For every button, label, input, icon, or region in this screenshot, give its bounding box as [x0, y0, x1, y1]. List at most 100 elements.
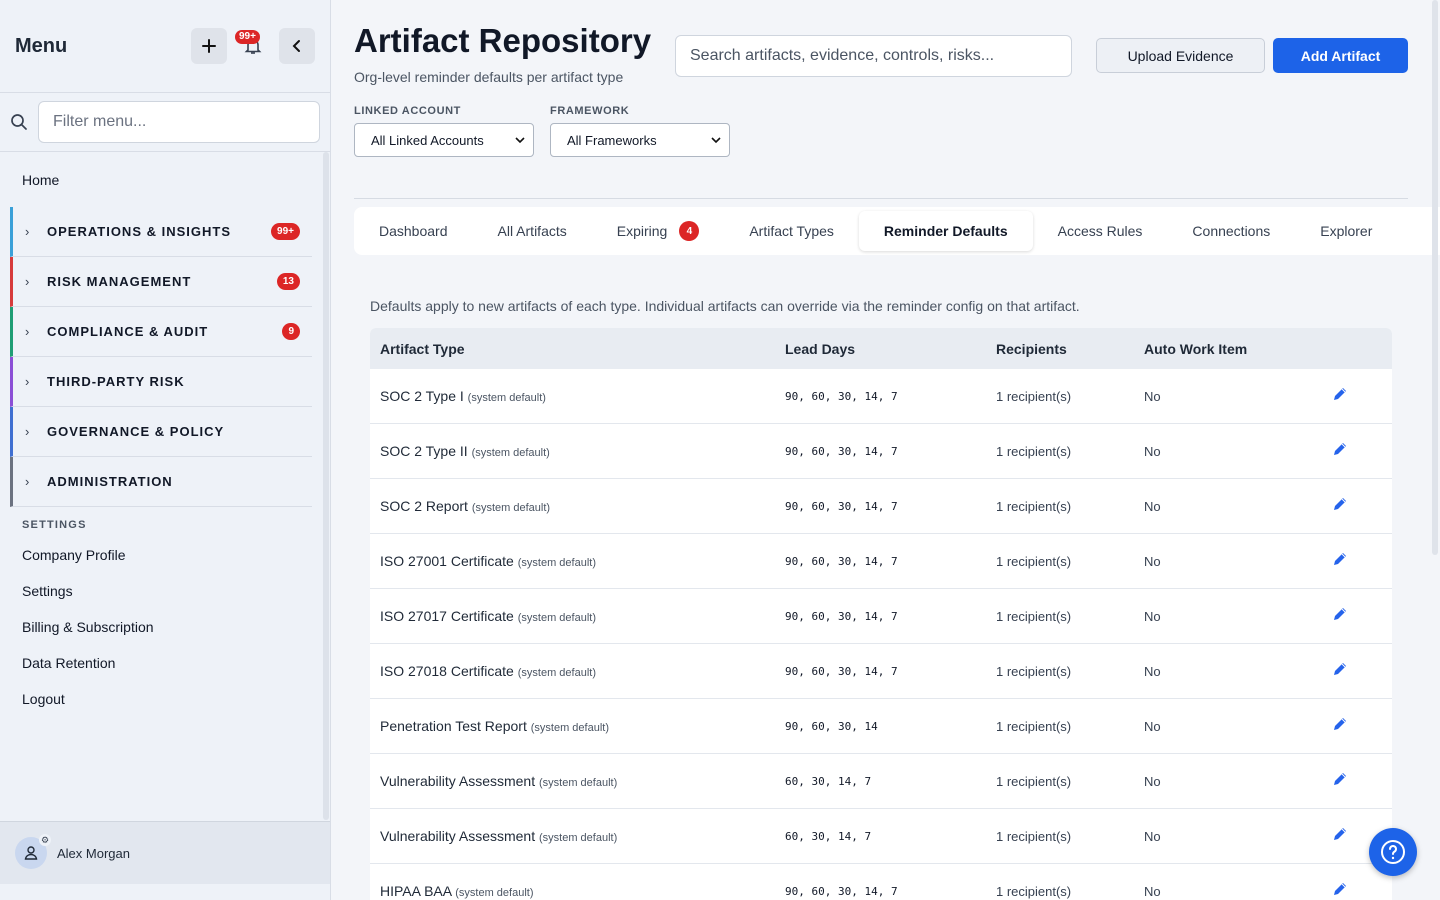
pencil-icon	[1334, 882, 1346, 895]
help-button[interactable]	[1369, 828, 1417, 876]
global-search-input[interactable]	[675, 35, 1072, 77]
upload-evidence-button[interactable]: Upload Evidence	[1096, 38, 1265, 73]
menu-filter	[0, 93, 330, 152]
artifact-type-cell: SOC 2 Report (system default)	[370, 498, 785, 514]
edit-button[interactable]	[1332, 881, 1348, 900]
auto-work-item-cell: No	[1144, 828, 1161, 844]
sidebar-link[interactable]: Settings	[0, 573, 331, 609]
column-header-auto-work-item: Auto Work Item	[1144, 340, 1248, 357]
sidebar: Menu 99+ Home ›OPERATIONS & INSIGHTS99+›…	[0, 0, 331, 900]
sidebar-group-4[interactable]: › GOVERNANCE & POLICY	[10, 407, 312, 457]
sidebar-group-2[interactable]: › COMPLIANCE & AUDIT 9	[10, 307, 312, 357]
tab-bar: Dashboard All Artifacts Expiring 4 Artifact …	[354, 207, 1440, 255]
edit-button[interactable]	[1332, 771, 1348, 792]
settings-section-label: SETTINGS	[22, 519, 87, 531]
pencil-icon	[1334, 442, 1346, 455]
notifications-button[interactable]: 99+	[235, 28, 271, 64]
pencil-icon	[1334, 387, 1346, 400]
sidebar-group-3[interactable]: › THIRD-PARTY RISK	[10, 357, 312, 407]
linked-account-select[interactable]: All Linked Accounts	[354, 123, 534, 157]
table-row: HIPAA BAA (system default) 90, 60, 30, 14…	[370, 864, 1392, 900]
user-profile[interactable]: ⚙ Alex Morgan	[0, 821, 330, 884]
chevron-right-icon: ›	[25, 424, 30, 439]
tab[interactable]: Explorer	[1295, 207, 1397, 255]
lead-days-cell: 90, 60, 30, 14, 7	[785, 884, 898, 898]
lead-days-cell: 90, 60, 30, 14, 7	[785, 499, 898, 513]
sidebar-link[interactable]: Logout	[0, 681, 331, 717]
framework-select[interactable]: All Frameworks	[550, 123, 730, 157]
tab[interactable]: Artifact Types	[724, 207, 859, 255]
chevron-right-icon: ›	[25, 224, 30, 239]
system-default-tag: (system default)	[539, 777, 618, 789]
tab[interactable]: Dashboard	[354, 207, 473, 255]
pencil-icon	[1334, 552, 1346, 565]
sidebar-title: Menu	[15, 34, 68, 57]
plus-icon	[202, 39, 216, 53]
recipients-cell: 1 recipient(s)	[996, 663, 1072, 679]
sidebar-group-label: RISK MANAGEMENT	[47, 274, 192, 289]
tab-label: Access Rules	[1057, 223, 1143, 239]
chevron-down-icon	[711, 137, 721, 144]
tab[interactable]: Access Rules	[1033, 207, 1168, 255]
system-default-tag: (system default)	[539, 832, 618, 844]
count-badge: 13	[276, 273, 300, 290]
sidebar-link[interactable]: Data Retention	[0, 645, 331, 681]
edit-button[interactable]	[1332, 716, 1348, 737]
sidebar-group-5[interactable]: › ADMINISTRATION	[10, 457, 312, 507]
collapse-sidebar-button[interactable]	[279, 28, 315, 64]
edit-button[interactable]	[1332, 661, 1348, 682]
system-default-tag: (system default)	[455, 887, 534, 899]
sidebar-link[interactable]: Company Profile	[0, 537, 331, 573]
artifact-type-name: Penetration Test Report	[380, 718, 527, 734]
artifact-type-name: SOC 2 Report	[380, 498, 468, 514]
tab[interactable]: Expiring 4	[592, 207, 725, 255]
artifact-type-cell: HIPAA BAA (system default)	[370, 883, 785, 899]
edit-button[interactable]	[1332, 496, 1348, 517]
notification-count-badge: 99+	[235, 30, 260, 44]
auto-work-item-cell: No	[1144, 773, 1161, 789]
edit-button[interactable]	[1332, 441, 1348, 462]
artifact-type-cell: Penetration Test Report (system default)	[370, 718, 785, 734]
add-artifact-button[interactable]: Add Artifact	[1273, 38, 1408, 73]
lead-days-cell: 90, 60, 30, 14, 7	[785, 664, 898, 678]
tab-label: Explorer	[1320, 223, 1373, 239]
artifact-type-name: SOC 2 Type II	[380, 443, 468, 459]
main-scrollbar[interactable]	[1432, 0, 1438, 555]
table-row: ISO 27001 Certificate (system default) 90…	[370, 534, 1392, 589]
column-header-lead-days: Lead Days	[785, 340, 856, 357]
recipients-cell: 1 recipient(s)	[996, 828, 1072, 844]
sidebar-group-0[interactable]: › OPERATIONS & INSIGHTS 99+	[10, 207, 312, 257]
lead-days-cell: 60, 30, 14, 7	[785, 829, 872, 843]
sidebar-link[interactable]: Billing & Subscription	[0, 609, 331, 645]
edit-button[interactable]	[1332, 826, 1348, 847]
menu-filter-input[interactable]	[38, 101, 320, 143]
recipients-cell: 1 recipient(s)	[996, 498, 1072, 514]
tab-count-badge: 4	[679, 221, 700, 241]
lead-days-cell: 60, 30, 14, 7	[785, 774, 872, 788]
lead-days-cell: 90, 60, 30, 14, 7	[785, 444, 898, 458]
auto-work-item-cell: No	[1144, 498, 1161, 514]
sidebar-nav: Home › OPERATIONS & INSIGHTS 99+ › RISK MANA…	[0, 152, 331, 820]
framework-label: FRAMEWORK	[550, 105, 630, 117]
artifact-type-cell: ISO 27001 Certificate (system default)	[370, 553, 785, 569]
edit-button[interactable]	[1332, 551, 1348, 572]
tab[interactable]: All Artifacts	[473, 207, 592, 255]
artifact-type-cell: Vulnerability Assessment (system default…	[370, 828, 785, 844]
recipients-cell: 1 recipient(s)	[996, 883, 1072, 899]
sidebar-group-label: OPERATIONS & INSIGHTS	[47, 224, 231, 239]
tab[interactable]: Connections	[1167, 207, 1295, 255]
pencil-icon	[1334, 717, 1346, 730]
add-button[interactable]	[191, 28, 227, 64]
edit-button[interactable]	[1332, 386, 1348, 407]
divider	[354, 198, 1408, 199]
system-default-tag: (system default)	[517, 612, 596, 624]
defaults-note: Defaults apply to new artifacts of each …	[370, 298, 1080, 314]
sidebar-item-home[interactable]: Home	[0, 152, 331, 207]
tab[interactable]: Reminder Defaults	[858, 211, 1033, 251]
edit-button[interactable]	[1332, 606, 1348, 627]
sidebar-group-label: THIRD-PARTY RISK	[47, 374, 185, 389]
artifact-type-cell: Vulnerability Assessment (system default…	[370, 773, 785, 789]
sidebar-scrollbar[interactable]	[323, 152, 329, 820]
artifact-type-name: ISO 27001 Certificate	[380, 553, 514, 569]
sidebar-group-1[interactable]: › RISK MANAGEMENT 13	[10, 257, 312, 307]
